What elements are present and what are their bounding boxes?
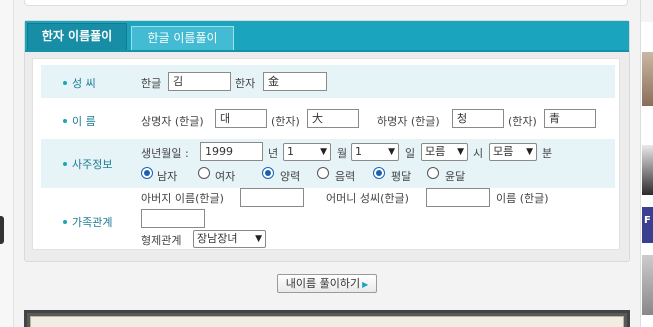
mother-surname-input[interactable] <box>426 188 490 207</box>
saju-label: 사주정보 <box>63 156 112 172</box>
calendar-lunar-label: 음력 <box>335 170 356 183</box>
leap-normal-radio[interactable] <box>373 167 385 179</box>
sidebar-thumbnail-person[interactable] <box>642 145 653 195</box>
family-label: 가족관계 <box>63 214 112 230</box>
upper-name-hanja-label: (한자) <box>271 115 300 128</box>
name-form: 성 씨 한글 김 한자 金 이 름 상명자 (한글) 대 (한자) 大 하명자 … <box>32 58 620 250</box>
lower-name-hanja-input[interactable]: 青 <box>544 109 596 128</box>
surname-hangul-label: 한글 <box>141 77 162 90</box>
saju-row: 사주정보 생년월일 : 1999 년 1 ▼ 월 1 ▼ 일 모름 ▼ 시 모름 ▼ 분… <box>41 139 615 188</box>
leap-intercalary-radio[interactable] <box>427 167 439 179</box>
birth-hour-select[interactable]: 모름 ▼ <box>421 143 468 161</box>
upper-name-label: 상명자 (한글) <box>141 115 204 128</box>
triangle-right-icon: ▶ <box>362 280 369 289</box>
mother-surname-label: 어머니 성씨(한글) <box>326 192 409 205</box>
given-name-row: 이 름 상명자 (한글) 대 (한자) 大 하명자 (한글) 청 (한자) 青 <box>41 102 615 135</box>
bullet-icon <box>63 81 67 85</box>
sibling-relation-label: 형제관계 <box>141 234 182 247</box>
bullet-icon <box>63 162 67 166</box>
gender-male-radio[interactable] <box>141 167 153 179</box>
family-row: 가족관계 아버지 이름(한글) 어머니 성씨(한글) 이름 (한글) 형제관계 … <box>41 188 615 248</box>
given-name-label: 이 름 <box>63 113 96 129</box>
lower-name-label: 하명자 (한글) <box>377 115 440 128</box>
birth-minute-select[interactable]: 모름 ▼ <box>489 143 537 161</box>
gender-male-label: 남자 <box>157 170 178 183</box>
surname-hangul-input[interactable]: 김 <box>168 72 231 91</box>
birth-year-input[interactable]: 1999 <box>200 142 263 161</box>
left-side-tab[interactable] <box>0 216 4 244</box>
upper-name-hangul-input[interactable]: 대 <box>215 109 267 128</box>
hour-unit: 시 <box>473 147 484 160</box>
tab-strip: 한자 이름풀이 한글 이름풀이 <box>25 21 629 52</box>
sidebar-thumbnail-extra[interactable] <box>642 255 653 315</box>
tab-hanja-name[interactable]: 한자 이름풀이 <box>27 23 127 50</box>
bullet-icon <box>63 220 67 224</box>
top-panel-edge <box>24 0 628 6</box>
birth-date-label: 생년월일 : <box>141 147 189 160</box>
calendar-lunar-radio[interactable] <box>317 167 329 179</box>
sibling-relation-select[interactable]: 장남장녀 ▼ <box>193 230 266 248</box>
chevron-down-icon: ▼ <box>526 147 533 157</box>
tab-hangul-name[interactable]: 한글 이름풀이 <box>131 26 234 50</box>
father-name-input[interactable] <box>240 188 304 207</box>
chevron-down-icon: ▼ <box>388 147 395 157</box>
father-name-label: 아버지 이름(한글) <box>141 192 224 205</box>
name-analysis-widget: 한자 이름풀이 한글 이름풀이 성 씨 한글 김 한자 金 이 름 상명자 (한… <box>24 20 630 262</box>
chevron-down-icon: ▼ <box>320 147 327 157</box>
sidebar-banner-f[interactable]: F <box>642 207 653 243</box>
right-sidebar-header <box>641 0 653 22</box>
lower-name-hangul-input[interactable]: 청 <box>452 109 504 128</box>
mother-name-label: 이름 (한글) <box>496 192 549 205</box>
minute-unit: 분 <box>542 147 553 160</box>
month-unit: 월 <box>337 147 348 160</box>
gender-female-radio[interactable] <box>198 167 210 179</box>
analyze-name-button[interactable]: 내이름 풀이하기 ▶ <box>277 274 377 293</box>
calendar-solar-label: 양력 <box>280 170 301 183</box>
birth-month-select[interactable]: 1 ▼ <box>283 143 331 161</box>
lower-name-hanja-label: (한자) <box>508 115 537 128</box>
page-left-border <box>0 0 14 327</box>
year-unit: 년 <box>268 147 279 160</box>
leap-normal-label: 평달 <box>391 170 412 183</box>
gender-female-label: 여자 <box>215 170 236 183</box>
result-panel-paper <box>30 316 624 327</box>
calendar-solar-radio[interactable] <box>262 167 274 179</box>
day-unit: 일 <box>405 147 416 160</box>
leap-intercalary-label: 윤달 <box>445 170 466 183</box>
bullet-icon <box>63 119 67 123</box>
result-panel-frame <box>24 310 630 327</box>
right-sidebar: F <box>640 0 653 327</box>
upper-name-hanja-input[interactable]: 大 <box>307 109 359 128</box>
surname-hanja-input[interactable]: 金 <box>263 72 327 91</box>
surname-row: 성 씨 한글 김 한자 金 <box>41 65 615 98</box>
birth-day-select[interactable]: 1 ▼ <box>351 143 399 161</box>
surname-label: 성 씨 <box>63 75 96 91</box>
chevron-down-icon: ▼ <box>255 234 262 244</box>
surname-hanja-label: 한자 <box>235 77 256 90</box>
sidebar-thumbnail-portrait[interactable] <box>642 52 653 106</box>
chevron-down-icon: ▼ <box>457 147 464 157</box>
mother-name-input[interactable] <box>141 209 205 228</box>
